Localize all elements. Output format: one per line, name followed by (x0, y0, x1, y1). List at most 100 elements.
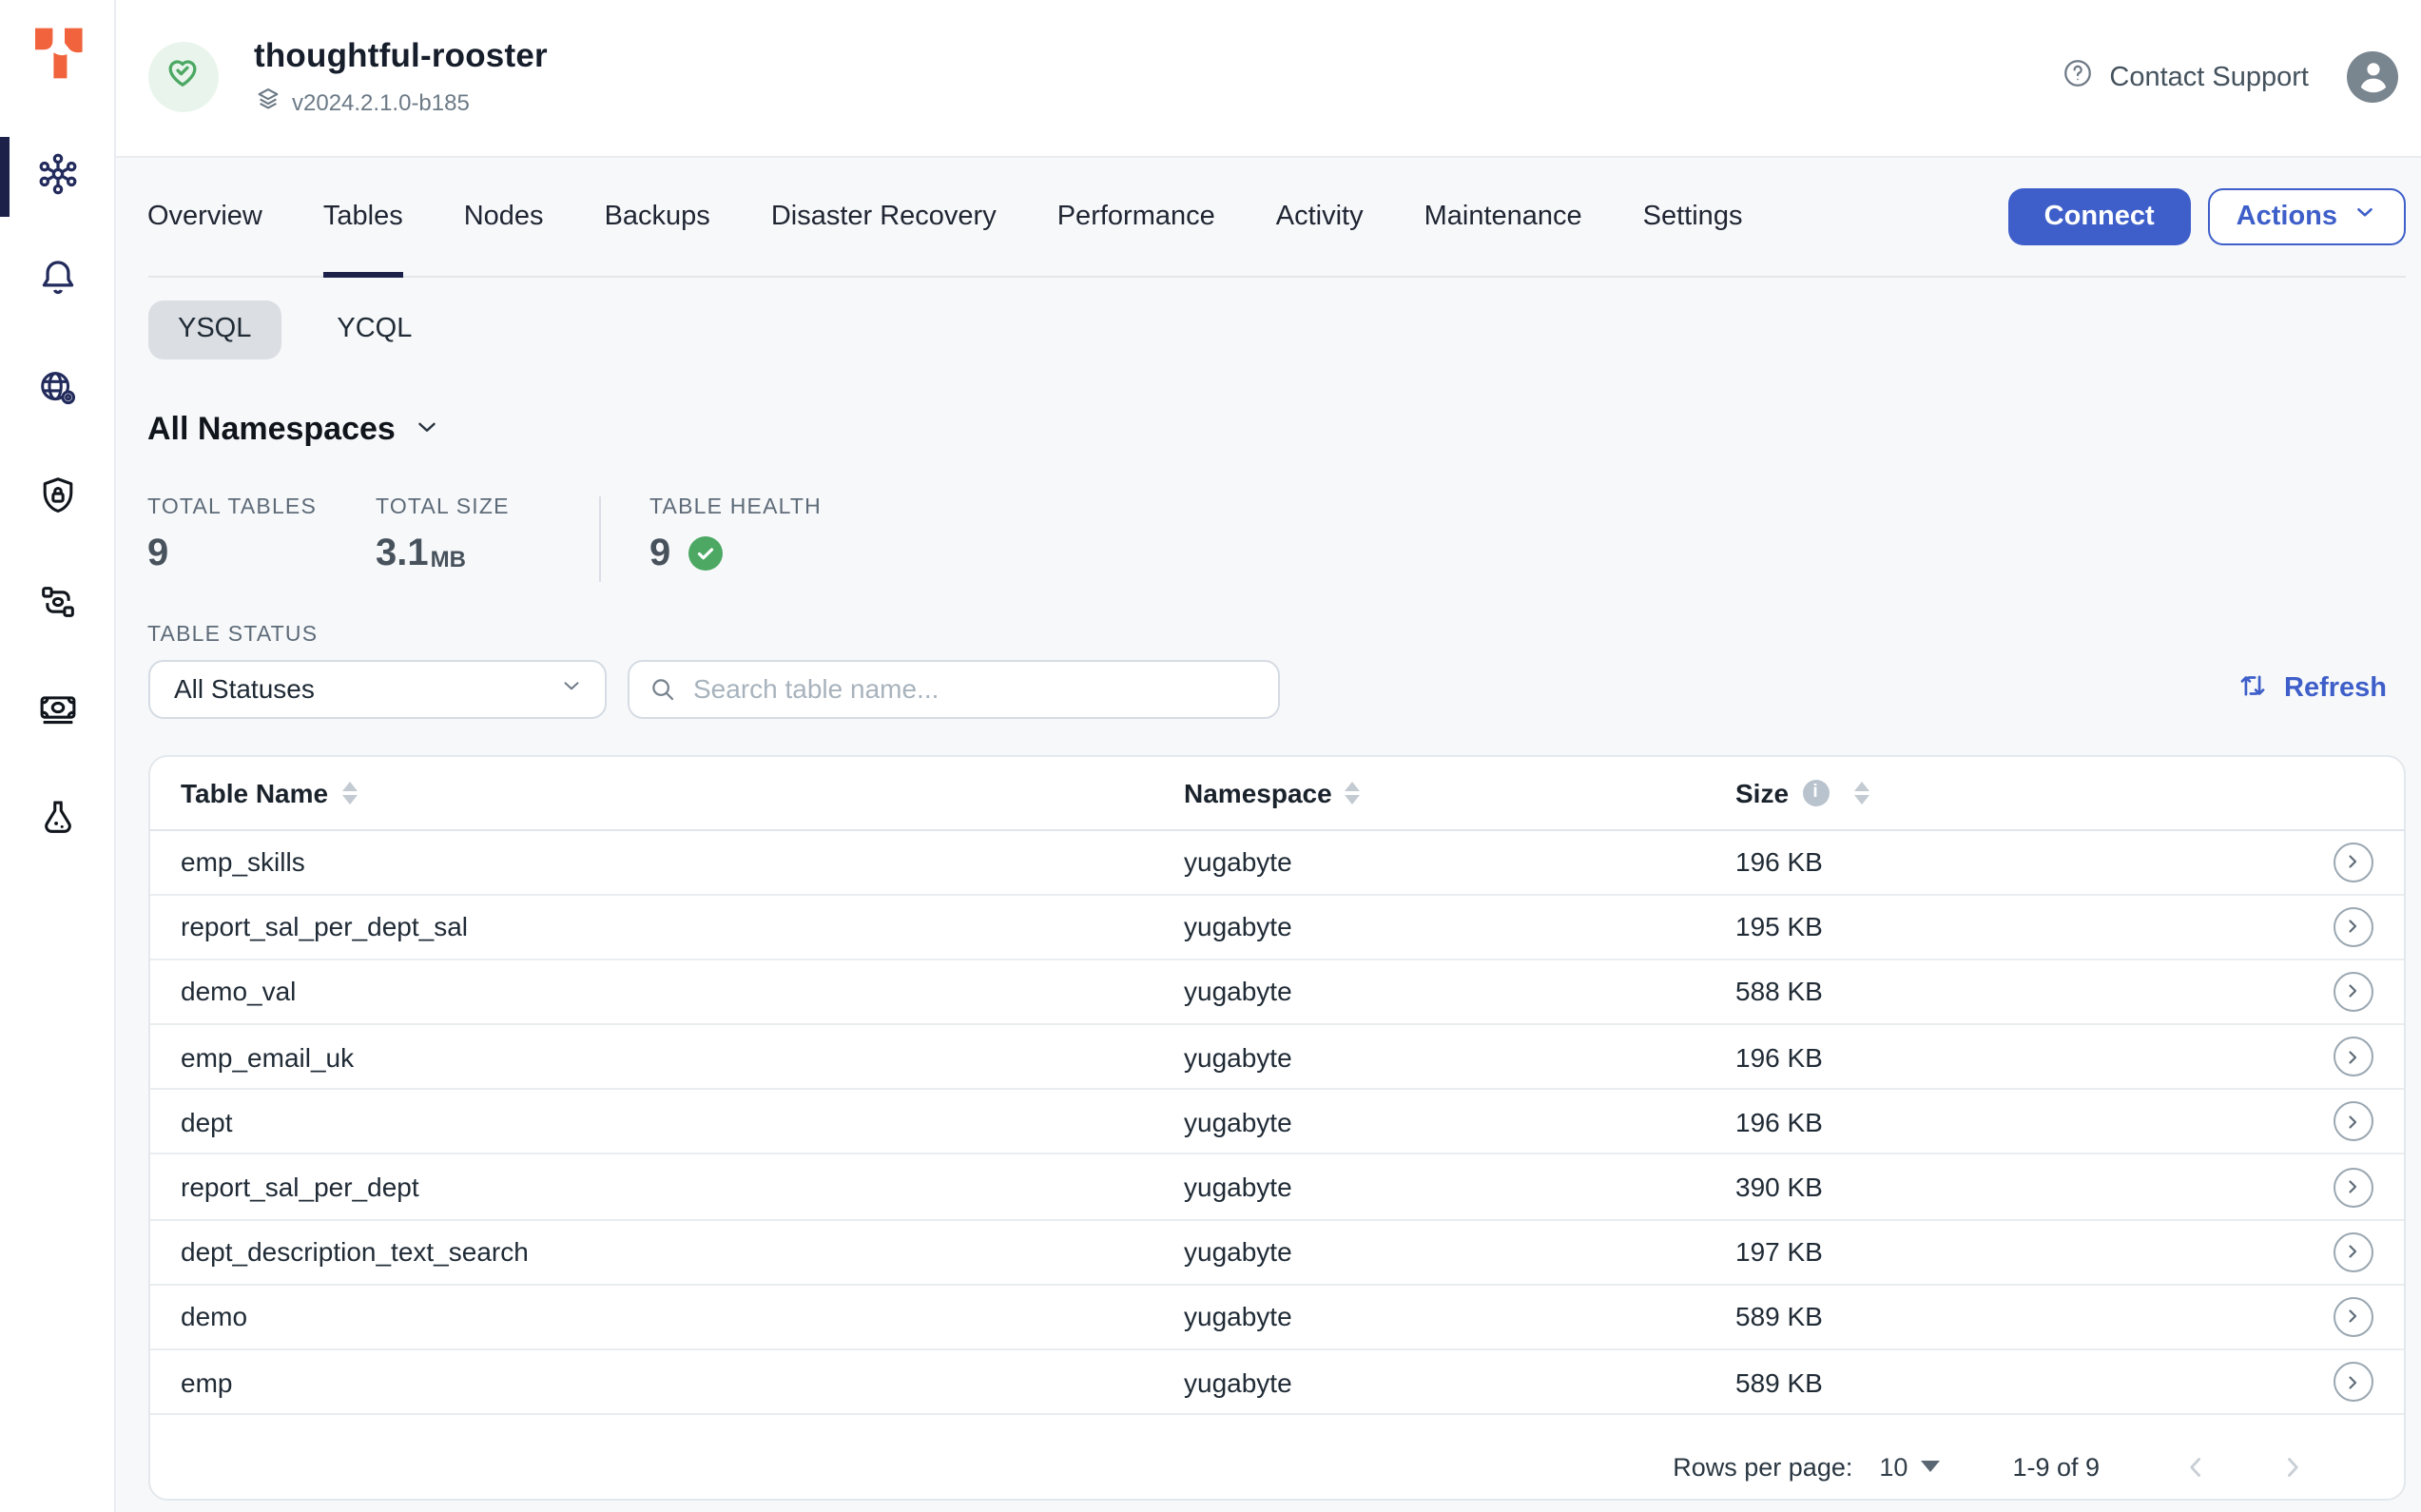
column-label: Table Name (181, 777, 328, 807)
sidebar-item-universe[interactable] (0, 134, 114, 218)
contact-support-label: Contact Support (2109, 63, 2309, 93)
sidebar-item-integrations[interactable] (0, 563, 114, 647)
tab-performance[interactable]: Performance (1057, 157, 1215, 276)
person-icon (2352, 54, 2393, 102)
app-root: thoughtful-rooster v2024.2.1.0-b185 (0, 0, 2421, 1512)
sort-icon (1346, 781, 1361, 804)
sidebar (0, 0, 116, 1512)
user-avatar[interactable] (2347, 52, 2398, 104)
cell-namespace: yugabyte (1184, 1107, 1735, 1137)
actions-button[interactable]: Actions (2208, 187, 2406, 245)
sort-icon (1853, 781, 1869, 804)
sidebar-item-billing[interactable] (0, 669, 114, 752)
refresh-button[interactable]: Refresh (2225, 667, 2398, 710)
chevron-down-icon (2353, 201, 2377, 233)
connect-button[interactable]: Connect (2008, 187, 2191, 245)
rows-per-page-select[interactable]: 10 (1879, 1452, 1940, 1481)
cell-size: 588 KB (1735, 977, 2320, 1007)
table-row[interactable]: dept_description_text_search yugabyte 19… (149, 1220, 2404, 1285)
cell-size: 589 KB (1735, 1367, 2320, 1397)
stat-value: 3.1 (376, 532, 429, 575)
shield-lock-icon (35, 473, 79, 522)
actions-button-label: Actions (2237, 202, 2337, 232)
pagination-prev-button[interactable] (2179, 1450, 2212, 1483)
yugabyte-logo-icon (32, 25, 86, 82)
table-row[interactable]: report_sal_per_dept_sal yugabyte 195 KB (149, 895, 2404, 960)
cell-table-name: demo_val (149, 977, 1184, 1007)
cluster-health-avatar (147, 43, 218, 113)
row-chevron-button[interactable] (2333, 1297, 2373, 1337)
cell-namespace: yugabyte (1184, 846, 1735, 877)
table-row[interactable]: emp_email_uk yugabyte 196 KB (149, 1025, 2404, 1090)
cell-size: 195 KB (1735, 912, 2320, 942)
cell-table-name: dept (149, 1107, 1184, 1137)
table-row[interactable]: emp yugabyte 589 KB (149, 1350, 2404, 1415)
column-label: Size (1735, 777, 1789, 807)
stat-label: TOTAL SIZE (376, 495, 598, 518)
tab-overview[interactable]: Overview (147, 157, 262, 276)
row-chevron-button[interactable] (2333, 1231, 2373, 1271)
table-row[interactable]: dept yugabyte 196 KB (149, 1091, 2404, 1155)
sidebar-item-labs[interactable] (0, 778, 114, 862)
info-icon[interactable]: i (1802, 779, 1829, 805)
chevron-down-icon (558, 673, 583, 704)
column-header-table-name[interactable]: Table Name (181, 777, 357, 807)
cell-namespace: yugabyte (1184, 1302, 1735, 1332)
contact-support-link[interactable]: Contact Support (2062, 58, 2309, 98)
flow-icon (35, 580, 79, 630)
bell-icon (35, 255, 79, 304)
row-chevron-button[interactable] (2333, 842, 2373, 882)
stat-label: TABLE HEALTH (649, 495, 822, 518)
tab-nodes[interactable]: Nodes (464, 157, 544, 276)
cell-namespace: yugabyte (1184, 1236, 1735, 1267)
stat-total-tables: TOTAL TABLES 9 (147, 495, 376, 575)
layers-icon (254, 87, 281, 119)
cell-size: 390 KB (1735, 1172, 2320, 1202)
refresh-icon (2237, 669, 2269, 708)
column-label: Namespace (1184, 777, 1332, 807)
tab-disaster-recovery[interactable]: Disaster Recovery (771, 157, 997, 276)
cell-namespace: yugabyte (1184, 977, 1735, 1007)
column-header-size[interactable]: Size i (1735, 777, 1869, 807)
stat-table-health: TABLE HEALTH 9 (600, 495, 822, 575)
sidebar-item-cloud-config[interactable] (0, 350, 114, 434)
table-header-row: Table Name Namespace Size i (149, 756, 2404, 830)
tab-settings[interactable]: Settings (1643, 157, 1743, 276)
cell-size: 196 KB (1735, 846, 2320, 877)
cell-table-name: report_sal_per_dept_sal (149, 912, 1184, 942)
row-chevron-button[interactable] (2333, 1102, 2373, 1142)
row-chevron-button[interactable] (2333, 1167, 2373, 1207)
stat-value: 9 (649, 532, 670, 575)
pagination-next-button[interactable] (2276, 1450, 2309, 1483)
tables-card: Table Name Namespace Size i (147, 754, 2406, 1501)
question-circle-icon (2062, 58, 2094, 98)
tab-activity[interactable]: Activity (1276, 157, 1364, 276)
table-row[interactable]: demo yugabyte 589 KB (149, 1286, 2404, 1350)
row-chevron-button[interactable] (2333, 1037, 2373, 1076)
search-input[interactable] (627, 659, 1279, 718)
table-row[interactable]: emp_skills yugabyte 196 KB (149, 830, 2404, 895)
rows-per-page-label: Rows per page: (1673, 1452, 1852, 1481)
stat-total-size: TOTAL SIZE 3.1MB (376, 495, 598, 575)
row-chevron-button[interactable] (2333, 907, 2373, 947)
main-area: thoughtful-rooster v2024.2.1.0-b185 (114, 0, 2421, 1512)
table-stats: TOTAL TABLES 9 TOTAL SIZE 3.1MB TABLE HE… (147, 495, 2406, 581)
rows-per-page-value: 10 (1879, 1452, 1908, 1481)
sidebar-item-alerts[interactable] (0, 238, 114, 321)
status-select[interactable]: All Statuses (147, 659, 606, 718)
table-row[interactable]: demo_val yugabyte 588 KB (149, 960, 2404, 1025)
tab-maintenance[interactable]: Maintenance (1424, 157, 1582, 276)
status-select-value: All Statuses (174, 673, 558, 704)
row-chevron-button[interactable] (2333, 972, 2373, 1012)
row-chevron-button[interactable] (2333, 1362, 2373, 1402)
table-row[interactable]: report_sal_per_dept yugabyte 390 KB (149, 1155, 2404, 1220)
column-header-namespace[interactable]: Namespace (1184, 777, 1361, 807)
sidebar-item-security[interactable] (0, 456, 114, 539)
cluster-hub-icon (35, 151, 79, 201)
tab-backups[interactable]: Backups (605, 157, 710, 276)
namespace-dropdown[interactable]: All Namespaces (147, 410, 441, 448)
toggle-ycql[interactable]: YCQL (306, 300, 442, 359)
tab-tables[interactable]: Tables (323, 157, 403, 276)
toggle-ysql[interactable]: YSQL (147, 300, 281, 359)
cell-namespace: yugabyte (1184, 912, 1735, 942)
